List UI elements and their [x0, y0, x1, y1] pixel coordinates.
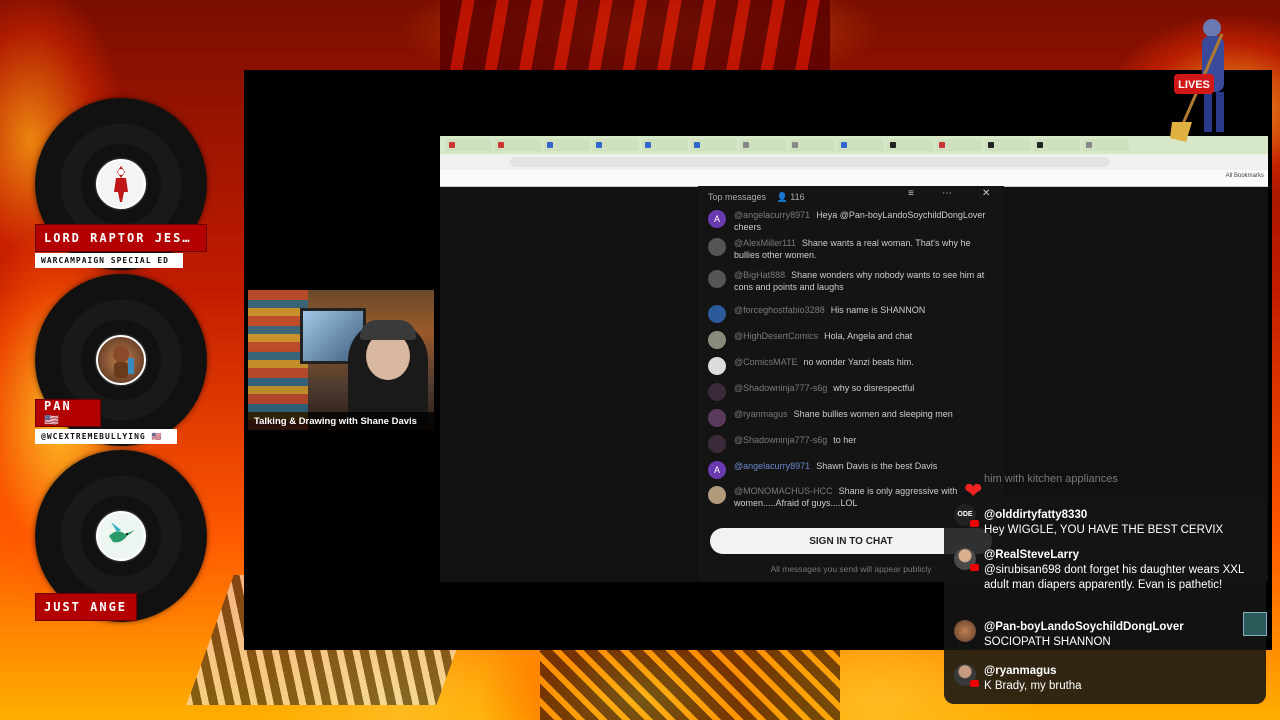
chat-message: @Shadowninja777-s6g to her — [708, 435, 996, 453]
url-field[interactable] — [510, 157, 1110, 167]
participant-name-2: PAN 🇺🇸 — [35, 399, 101, 427]
youtube-icon — [970, 680, 979, 687]
viewer-count: 👤 116 — [776, 192, 805, 202]
user-avatar — [708, 383, 726, 401]
chat-message: @HighDesertComics Hola, Angela and chat — [708, 331, 996, 349]
chat-message: @forceghostfabio3288 His name is SHANNON — [708, 305, 996, 323]
user-avatar — [708, 486, 726, 504]
top-banner-graphic — [440, 0, 830, 70]
webcam-feed: Talking & Drawing with Shane Davis — [248, 290, 434, 430]
user-avatar: A — [708, 461, 726, 479]
user-avatar — [708, 305, 726, 323]
overlay-chat-box: ODE @olddirtyfatty8330 Hey WIGGLE, YOU HA… — [944, 496, 1266, 704]
chat-mode-label[interactable]: Top messages — [708, 192, 766, 202]
browser-tab[interactable] — [544, 139, 590, 151]
broom-mascot-logo: LIVES — [1168, 14, 1248, 144]
browser-tab[interactable] — [887, 139, 933, 151]
user-avatar — [708, 409, 726, 427]
youtube-icon — [970, 520, 979, 527]
browser-tab[interactable] — [1034, 139, 1080, 151]
address-bar[interactable] — [440, 154, 1268, 170]
browser-tab[interactable] — [740, 139, 786, 151]
toy-shelf-graphic — [248, 290, 308, 430]
participant-name-3: JUST ANGE — [35, 593, 137, 621]
user-avatar — [708, 357, 726, 375]
browser-tab[interactable] — [691, 139, 737, 151]
user-avatar: A — [708, 210, 726, 228]
person-avatar-icon — [954, 620, 976, 642]
fading-chat-line: him with kitchen appliances — [984, 473, 1118, 485]
participant-subtitle-2: @WCEXTREMEBULLYING 🇺🇸 — [35, 429, 177, 444]
browser-tab[interactable] — [593, 139, 639, 151]
user-avatar — [708, 435, 726, 453]
browser-tab-bar[interactable] — [440, 136, 1268, 154]
chat-message: @AlexMiller111 Shane wants a real woman. … — [708, 238, 996, 261]
youtube-icon — [970, 564, 979, 571]
browser-tab[interactable] — [838, 139, 884, 151]
hummingbird-avatar-icon — [96, 511, 146, 561]
all-bookmarks-link[interactable]: All Bookmarks — [1226, 173, 1264, 179]
figurine-avatar-icon — [96, 335, 146, 385]
corner-logo-icon — [1243, 612, 1267, 636]
chat-header: Top messages 👤 116 — [708, 192, 805, 203]
red-wrestler-avatar-icon — [96, 159, 146, 209]
browser-tab[interactable] — [642, 139, 688, 151]
browser-tab[interactable] — [495, 139, 541, 151]
participant-name-1: LORD RAPTOR JES… — [35, 224, 207, 252]
browser-tab[interactable] — [936, 139, 982, 151]
decorative-dragon-graphic — [540, 640, 840, 720]
user-avatar — [708, 238, 726, 256]
more-icon[interactable]: ⋯ — [942, 188, 952, 199]
browser-tab[interactable] — [1083, 139, 1129, 151]
user-avatar — [708, 270, 726, 288]
user-avatar — [708, 331, 726, 349]
chat-message: A @angelacurry8971 Heya @Pan-boyLandoSoych… — [708, 210, 996, 233]
webcam-caption: Talking & Drawing with Shane Davis — [248, 412, 434, 430]
menu-icon[interactable]: ≡ — [908, 188, 914, 199]
bookmarks-bar: All Bookmarks — [440, 170, 1268, 187]
logo-text: LIVES — [1178, 79, 1210, 91]
close-icon[interactable]: ✕ — [982, 188, 990, 199]
chat-message: @ryanmagus Shane bullies women and sleepi… — [708, 409, 996, 427]
browser-tab[interactable] — [789, 139, 835, 151]
chat-message: A @angelacurry8971 Shawn Davis is the best… — [708, 461, 996, 479]
participant-subtitle-1: WARCAMPAIGN SPECIAL ED — [35, 253, 183, 268]
browser-tab[interactable] — [446, 139, 492, 151]
chat-message: @ComicsMATE no wonder Yanzi beats him. — [708, 357, 996, 375]
browser-tab[interactable] — [985, 139, 1031, 151]
chat-message: @BigHat888 Shane wonders why nobody wants… — [708, 270, 996, 293]
chat-message: @Shadowninja777-s6g why so disrespectful — [708, 383, 996, 401]
presenter-hat-graphic — [360, 320, 416, 340]
